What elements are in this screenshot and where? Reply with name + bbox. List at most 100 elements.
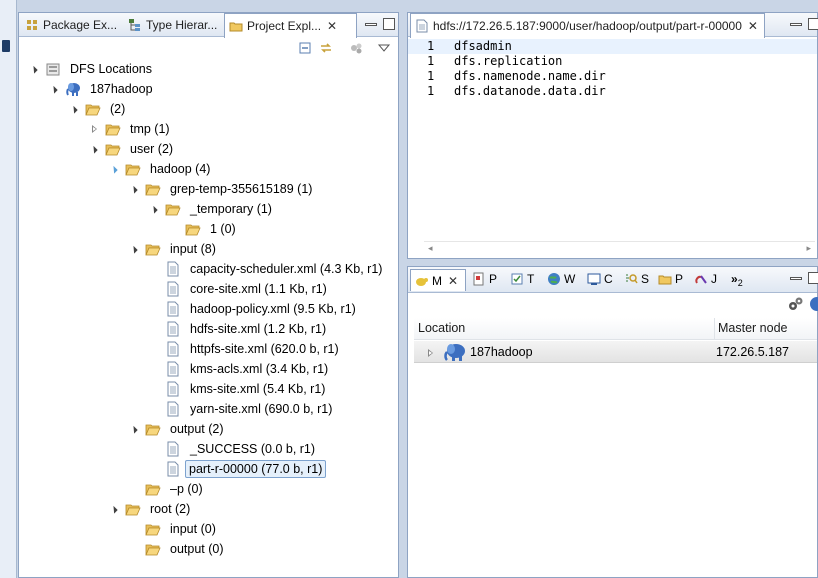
tab-label: W [564, 272, 576, 286]
tree-item[interactable]: –p (0) [129, 479, 208, 499]
collapse-arrow-icon[interactable] [149, 203, 161, 215]
tree-item-label: part-r-00000 (77.0 b, r1) [185, 460, 327, 478]
tree-item[interactable]: httpfs-site.xml (620.0 b, r1) [149, 339, 344, 359]
tree-item[interactable]: hadoop (4) [109, 159, 215, 179]
tree-item[interactable]: output (0) [129, 539, 229, 559]
collapse-arrow-icon[interactable] [109, 503, 121, 515]
gears-icon[interactable] [788, 296, 804, 312]
line-text: dfs.replication [454, 54, 563, 68]
tab-mapreduce-locations[interactable]: M ✕ [410, 269, 466, 291]
filters-icon[interactable] [349, 41, 363, 55]
scroll-right-icon[interactable]: ▸ [806, 243, 811, 254]
editor-panel: hdfs://172.26.5.187:9000/user/hadoop/out… [407, 12, 818, 259]
tab-label: P [489, 272, 498, 286]
progress-icon [658, 275, 672, 285]
tab-project-explorer[interactable]: Project Expl... ✕ [224, 13, 357, 38]
tab-progress[interactable]: P [658, 270, 683, 288]
collapse-arrow-icon[interactable] [129, 243, 141, 255]
tree-item[interactable]: capacity-scheduler.xml (4.3 Kb, r1) [149, 259, 387, 279]
column-header-master-node[interactable]: Master node [718, 321, 787, 335]
tree-item-label: kms-acls.xml (3.4 Kb, r1) [190, 362, 329, 376]
scroll-left-icon[interactable]: ◂ [428, 243, 433, 254]
column-divider[interactable] [714, 318, 715, 340]
trim-indicator [2, 40, 10, 52]
tab-package-explorer[interactable]: Package Ex... [21, 13, 118, 37]
left-tab-bar: Package Ex... Type Hierar... Project Exp… [19, 13, 398, 38]
editor-text-area[interactable]: 1 dfsadmin 1 dfs.replication 1 dfs.namen… [408, 39, 817, 99]
tree-item[interactable]: root (2) [109, 499, 195, 519]
collapse-arrow-icon[interactable] [89, 143, 101, 155]
tree-item-label: hdfs-site.xml (1.2 Kb, r1) [190, 322, 327, 336]
master-node-address: 172.26.5.187 [716, 345, 789, 359]
tree-item[interactable]: hdfs-site.xml (1.2 Kb, r1) [149, 319, 331, 339]
tab-web-browser[interactable]: W [547, 270, 575, 288]
web-browser-icon [548, 273, 560, 285]
collapse-all-icon[interactable] [298, 41, 312, 55]
tree-item[interactable]: (2) [69, 99, 130, 119]
horizontal-scrollbar[interactable]: ◂ ▸ [424, 241, 815, 255]
tree-item[interactable]: yarn-site.xml (690.0 b, r1) [149, 399, 337, 419]
minimize-button[interactable] [365, 23, 377, 26]
dfs-locations-icon [45, 61, 61, 77]
collapse-arrow-icon[interactable] [29, 63, 41, 75]
close-icon[interactable]: ✕ [327, 19, 337, 33]
tree-item[interactable]: hadoop-policy.xml (9.5 Kb, r1) [149, 299, 361, 319]
collapse-arrow-icon[interactable] [49, 83, 61, 95]
maximize-button[interactable] [383, 18, 395, 30]
tree-item[interactable]: user (2) [89, 139, 178, 159]
tree-item[interactable]: _SUCCESS (0.0 b, r1) [149, 439, 320, 459]
tree-item[interactable]: DFS Locations [29, 59, 157, 79]
tree-item[interactable]: _temporary (1) [149, 199, 277, 219]
minimize-button[interactable] [790, 23, 802, 26]
tree-item[interactable]: part-r-00000 (77.0 b, r1) [149, 459, 327, 479]
tab-problems[interactable]: P [472, 270, 497, 288]
folder-open-icon [85, 101, 101, 117]
collapse-arrow-icon[interactable] [69, 103, 81, 115]
tree-item[interactable]: tmp (1) [89, 119, 175, 139]
link-with-editor-icon[interactable] [319, 41, 333, 55]
collapse-arrow-icon[interactable] [109, 163, 121, 175]
minimize-button[interactable] [790, 277, 802, 280]
close-icon[interactable]: ✕ [748, 19, 758, 33]
file-icon [165, 361, 181, 377]
hadoop-elephant-icon[interactable] [809, 295, 818, 313]
collapse-arrow-icon[interactable] [129, 423, 141, 435]
tree-item[interactable]: 1 (0) [169, 219, 241, 239]
tab-label: J [711, 272, 717, 286]
tab-type-hierarchy[interactable]: Type Hierar... [124, 13, 222, 37]
tab-console[interactable]: C [587, 270, 613, 288]
tree-item-label: output (2) [170, 422, 224, 436]
tab-label: P [675, 272, 684, 286]
view-menu-icon[interactable] [377, 41, 391, 55]
tree-item[interactable]: 187hadoop [49, 79, 158, 99]
maximize-button[interactable] [808, 18, 818, 30]
tree-item[interactable]: kms-site.xml (5.4 Kb, r1) [149, 379, 330, 399]
table-row[interactable]: 187hadoop 172.26.5.187 [414, 341, 817, 363]
editor-tab-bar: hdfs://172.26.5.187:9000/user/hadoop/out… [408, 13, 818, 38]
tree-item[interactable]: core-site.xml (1.1 Kb, r1) [149, 279, 332, 299]
tab-overflow[interactable]: » 2 [731, 270, 743, 288]
project-explorer-icon [229, 22, 243, 32]
close-icon[interactable]: ✕ [448, 274, 458, 288]
column-header-location[interactable]: Location [418, 321, 465, 335]
expand-arrow-icon[interactable] [89, 123, 101, 135]
tree-item[interactable]: kms-acls.xml (3.4 Kb, r1) [149, 359, 333, 379]
tree-item[interactable]: input (8) [129, 239, 221, 259]
tab-search[interactable]: S [624, 270, 649, 288]
tree-item[interactable]: grep-temp-355615189 (1) [129, 179, 317, 199]
maximize-button[interactable] [808, 272, 818, 284]
tree-item[interactable]: input (0) [129, 519, 221, 539]
tab-junit[interactable]: J [694, 270, 717, 288]
tab-label: M [432, 273, 442, 288]
collapse-arrow-icon[interactable] [129, 183, 141, 195]
line-text: dfs.namenode.name.dir [454, 69, 606, 83]
expand-arrow-icon[interactable] [425, 347, 437, 359]
file-icon [165, 381, 181, 397]
tab-editor-file[interactable]: hdfs://172.26.5.187:9000/user/hadoop/out… [410, 13, 765, 38]
tree-item[interactable]: output (2) [129, 419, 229, 439]
tab-tasks[interactable]: T [510, 270, 534, 288]
tree-item-label: yarn-site.xml (690.0 b, r1) [190, 402, 333, 416]
